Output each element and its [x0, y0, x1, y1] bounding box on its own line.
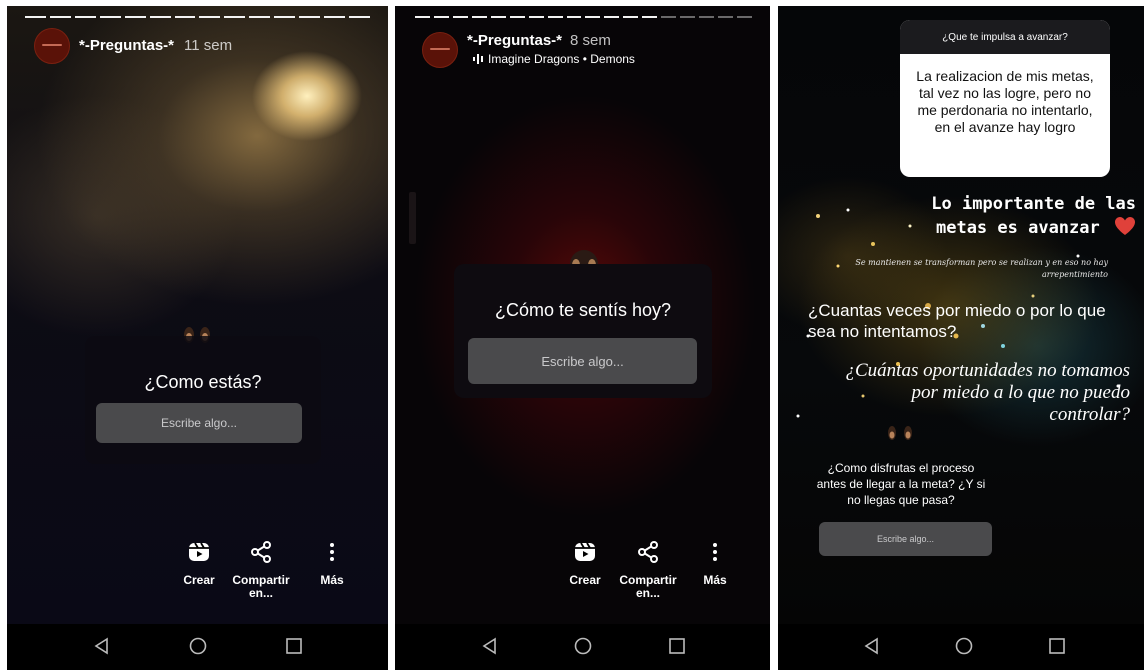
answer-input[interactable]: Escribe algo...: [819, 522, 992, 556]
more-icon: [713, 543, 717, 561]
headline-line-2-text: metas es avanzar: [935, 218, 1100, 238]
create-label: Crear: [569, 573, 601, 587]
music-track: Imagine Dragons • Demons: [488, 52, 635, 66]
story-background: *-Preguntas-* 8 sem Imagine Dragons • De…: [395, 6, 770, 624]
create-button[interactable]: Crear: [169, 540, 229, 587]
system-nav-bar: [395, 624, 770, 670]
more-button[interactable]: Más: [685, 540, 745, 587]
answer-card-body: La realizacion de mis metas, tal vez no …: [916, 68, 1094, 135]
avatar[interactable]: [34, 28, 70, 64]
create-label: Crear: [183, 573, 215, 587]
more-button[interactable]: Más: [302, 540, 362, 587]
story-progress-bar: [415, 16, 752, 18]
story-background: ¿Que te impulsa a avanzar? La realizacio…: [778, 6, 1144, 624]
story-screen-2: *-Preguntas-* 8 sem Imagine Dragons • De…: [395, 6, 770, 670]
system-nav-bar: [7, 624, 388, 670]
headline-line-2: metas es avanzar: [798, 216, 1136, 240]
recents-icon[interactable]: [284, 636, 304, 656]
share-label-line2: en...: [248, 586, 273, 600]
music-bars-icon: [473, 54, 483, 64]
share-button[interactable]: Compartir en...: [231, 540, 291, 600]
back-icon[interactable]: [862, 636, 882, 656]
reels-icon: [575, 542, 595, 561]
text-block-1: ¿Cuantas veces por miedo o por lo que se…: [808, 301, 1106, 341]
answer-input[interactable]: Escribe algo...: [468, 338, 697, 384]
story-progress-bar: [25, 16, 370, 18]
more-icon: [330, 543, 334, 561]
question-sticker: ¿Cómo te sentís hoy? Escribe algo...: [454, 264, 712, 398]
answer-card: ¿Que te impulsa a avanzar? La realizacio…: [900, 20, 1110, 177]
home-icon[interactable]: [573, 636, 593, 656]
question-text: ¿Como disfrutas el proceso antes de lleg…: [816, 461, 986, 507]
post-time: 11 sem: [184, 37, 233, 54]
back-icon[interactable]: [92, 636, 112, 656]
share-label-line2: en...: [635, 586, 660, 600]
question-sticker: ¿Como estás? Escribe algo...: [85, 336, 321, 464]
share-icon: [638, 541, 658, 563]
post-time: 8 sem: [570, 32, 611, 49]
share-button[interactable]: Compartir en...: [618, 540, 678, 600]
question-sticker-avatar: [888, 426, 912, 440]
back-icon[interactable]: [480, 636, 500, 656]
share-icon: [251, 541, 271, 563]
system-nav-bar: [778, 624, 1144, 670]
answer-card-header: ¿Que te impulsa a avanzar?: [900, 20, 1110, 54]
side-tab: [409, 192, 416, 244]
music-label[interactable]: Imagine Dragons • Demons: [472, 52, 635, 66]
avatar[interactable]: [422, 32, 458, 68]
question-text: ¿Como estás?: [144, 372, 262, 392]
more-label: Más: [320, 573, 344, 587]
recents-icon[interactable]: [1047, 636, 1067, 656]
home-icon[interactable]: [188, 636, 208, 656]
headline: Lo importante de las metas es avanzar: [798, 192, 1136, 240]
username[interactable]: *-Preguntas-*: [467, 32, 562, 49]
question-text: ¿Cómo te sentís hoy?: [494, 300, 672, 320]
reels-icon: [189, 542, 209, 561]
username[interactable]: *-Preguntas-*: [79, 37, 174, 54]
script-text: Se mantienen se transforman pero se real…: [855, 258, 1108, 279]
create-button[interactable]: Crear: [555, 540, 615, 587]
more-label: Más: [703, 573, 727, 587]
text-block-2: ¿Cuántas oportunidades no tomamos por mi…: [845, 360, 1131, 425]
story-screen-3: ¿Que te impulsa a avanzar? La realizacio…: [778, 6, 1144, 670]
answer-input[interactable]: Escribe algo...: [96, 403, 302, 443]
headline-line-1: Lo importante de las: [931, 194, 1136, 214]
story-background: *-Preguntas-* 11 sem ¿Como estás? Escrib…: [7, 6, 388, 624]
heart-icon: [1115, 217, 1135, 235]
home-icon[interactable]: [954, 636, 974, 656]
recents-icon[interactable]: [667, 636, 687, 656]
story-screen-1: *-Preguntas-* 11 sem ¿Como estás? Escrib…: [7, 6, 388, 670]
